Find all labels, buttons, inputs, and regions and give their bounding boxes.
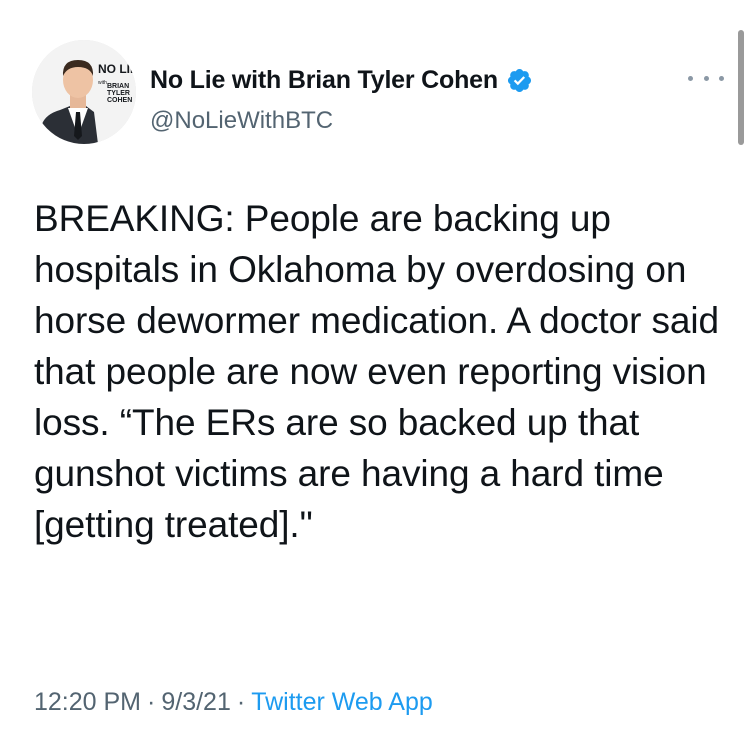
tweet-time[interactable]: 12:20 PM [34,688,141,716]
tweet-meta: 12:20 PM · 9/3/21 · Twitter Web App [34,688,433,717]
avatar-logo-line-1: NO LIE [98,62,136,76]
more-dot [688,75,693,81]
more-dot [719,75,724,81]
tweet-date[interactable]: 9/3/21 [161,688,231,716]
more-dot [703,75,709,81]
tweet-source-link[interactable]: Twitter Web App [251,688,433,716]
avatar[interactable]: NO LIE with BRIAN TYLER COHEN [32,40,136,144]
author-name-line: No Lie with Brian Tyler Cohen [150,66,533,95]
avatar-logo-line-5: COHEN [107,97,132,104]
tweet-header: NO LIE with BRIAN TYLER COHEN No Lie wit… [30,40,724,150]
author-display-name[interactable]: No Lie with Brian Tyler Cohen [150,66,498,95]
avatar-logo-line-4: TYLER [107,90,130,97]
meta-separator: · [147,688,156,716]
tweet-text: BREAKING: People are backing up hospital… [34,198,730,545]
more-options-icon[interactable] [688,68,724,88]
meta-separator: · [236,688,246,716]
scrollbar[interactable] [738,30,744,145]
avatar-logo-line-3: BRIAN [107,83,129,90]
verified-badge-icon [506,67,533,94]
avatar-logo-line-2: with [98,80,107,86]
avatar-image: NO LIE with BRIAN TYLER COHEN [32,40,136,144]
author-handle[interactable]: @NoLieWithBTC [150,107,333,135]
